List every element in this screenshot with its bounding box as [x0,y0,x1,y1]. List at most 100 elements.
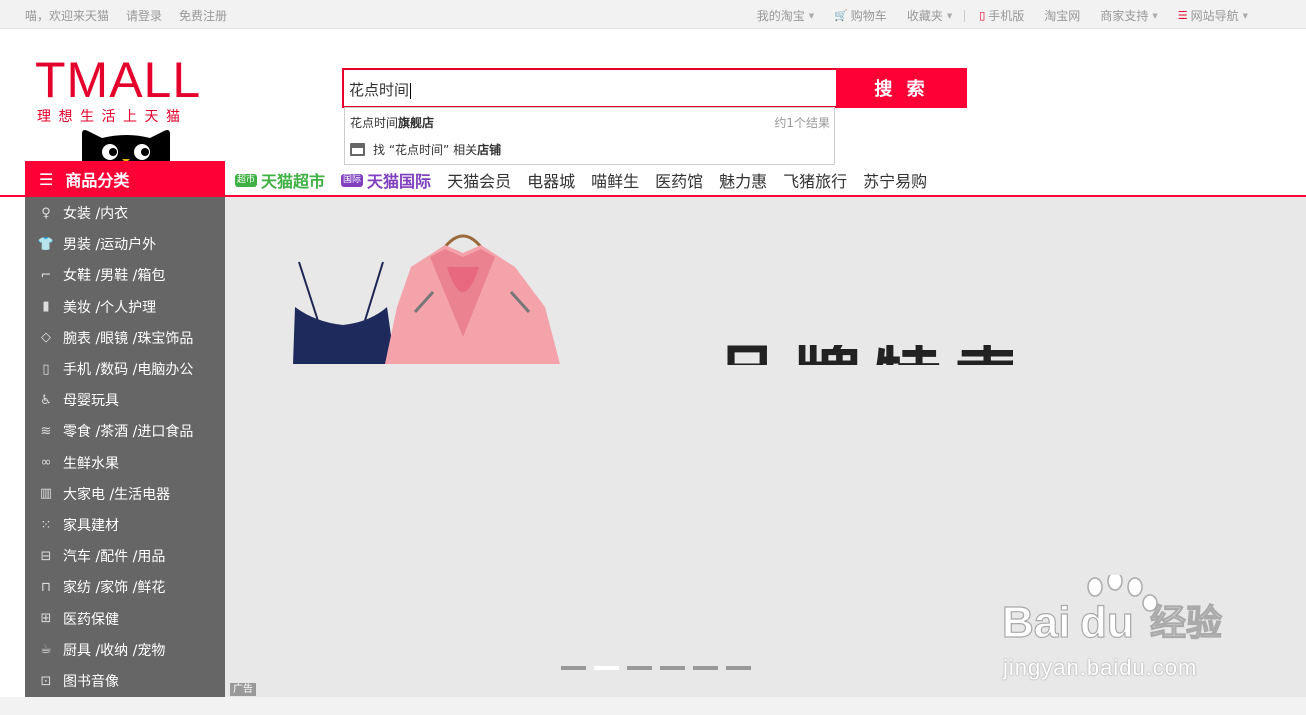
top-bar: 喵，欢迎来天猫 请登录 免费注册 我的淘宝 ▼ 🛒 购物车 收藏夹 ▼ ▯ 手机版 淘宝… [0,0,1306,29]
chaoshi-badge-icon: 超市 [235,173,258,187]
sidebar-item-label: 厨具 /收纳 /宠物 [63,642,166,659]
logo-slogan: 理想生活上天猫 [37,109,188,125]
divider [964,9,966,22]
lock-icon: ⊡ [40,673,52,689]
carousel-dot[interactable] [660,666,685,670]
cart-icon: 🛒 [834,9,848,22]
sidebar-item[interactable]: ⊡ 图书音像 [25,666,225,696]
watermark-url: jingyan.baidu.com [1003,655,1198,680]
grid-icon: ⁙ [40,517,52,533]
carousel-dot[interactable] [561,666,586,670]
sidebar-item[interactable]: ⁙ 家具建材 [25,510,225,540]
nav-item-guoji[interactable]: 国际 天猫国际 [341,168,431,192]
shop-icon [350,142,365,156]
nav-item[interactable]: 喵鲜生 [591,168,639,192]
cup-icon: ☕ [40,642,52,658]
tmall-logo[interactable]: TMALL 理想生活上天猫 [35,52,215,164]
phone-icon: ▯ [42,361,50,377]
sidebar-item[interactable]: ⊟ 汽车 /配件 /用品 [25,541,225,571]
category-tab[interactable]: ☰ 商品分类 [25,161,225,197]
sidebar-item-label: 零食 /茶酒 /进口食品 [63,424,194,441]
bottom-strip [0,697,1306,715]
carousel-dot[interactable] [693,666,718,670]
search-button[interactable]: 搜 索 [836,68,967,108]
sidebar-item[interactable]: ⊓ 家纺 /家饰 /鲜花 [25,572,225,602]
search-box[interactable]: 花点时间 [342,68,836,108]
list-icon: ☰ [1177,9,1188,22]
sidebar-item[interactable]: ☕ 厨具 /收纳 /宠物 [25,635,225,665]
dress-icon: ♀ [41,205,51,221]
sidebar-item[interactable]: ◇ 腕表 /眼镜 /珠宝饰品 [25,323,225,353]
sidebar-item[interactable]: ⊞ 医药保健 [25,604,225,634]
login-link[interactable]: 请登录 [126,7,162,24]
sidebar-item[interactable]: ▥ 大家电 /生活电器 [25,479,225,509]
sidebar-item[interactable]: ⌐ 女鞋 /男鞋 /箱包 [25,260,225,290]
shirt-icon: 👕 [37,236,55,252]
nav-item[interactable]: 魅力惠 [719,168,767,192]
carousel-dots [561,666,751,670]
sidebar-item[interactable]: ▮ 美妆 /个人护理 [25,292,225,322]
sidebar-item[interactable]: 👕 男装 /运动户外 [25,229,225,259]
nav-item[interactable]: 天猫会员 [447,168,511,192]
sidebar-item[interactable]: ♿ 母婴玩具 [25,385,225,415]
taobao-link[interactable]: 淘宝网 [1044,7,1080,24]
svg-text:du: du [1080,598,1134,647]
medicine-icon: ⊞ [40,611,52,627]
camisole-image [293,261,395,364]
banner-headline: 品牌特卖 [713,345,1013,365]
mobile-link[interactable]: ▯ 手机版 [979,7,1024,24]
sidebar-item-label: 汽车 /配件 /用品 [63,549,166,566]
nav-item[interactable]: 飞猪旅行 [783,168,847,192]
chevron-down-icon: ▼ [946,11,953,20]
guoji-badge-icon: 国际 [341,173,364,187]
shoe-icon: ⌐ [40,267,52,283]
welcome-text: 喵，欢迎来天猫 [25,9,110,23]
carousel-dot[interactable] [726,666,751,670]
coat-image [385,234,560,364]
sitemap-link[interactable]: ☰ 网站导航 ▼ [1178,7,1248,24]
svg-text:Bai: Bai [1002,598,1070,647]
menu-icon: ☰ [39,169,54,189]
nav-item[interactable]: 医药馆 [655,168,703,192]
top-bar-left: 喵，欢迎来天猫 请登录 免费注册 [25,7,227,24]
top-bar-right: 我的淘宝 ▼ 🛒 购物车 收藏夹 ▼ ▯ 手机版 淘宝网 商家支持 ▼ ☰ 网站导航 ▼ [737,7,1248,24]
sidebar-item-label: 母婴玩具 [63,393,119,410]
carousel-dot[interactable] [627,666,652,670]
favorites-link[interactable]: 收藏夹 ▼ [907,7,952,24]
sidebar-item-label: 女鞋 /男鞋 /箱包 [63,268,166,285]
main-nav: 超市 天猫超市 国际 天猫国际 天猫会员 电器城 喵鲜生 医药馆 魅力惠 飞猪旅行 … [235,168,943,192]
sidebar-item-label: 家纺 /家饰 /鲜花 [63,580,166,597]
bike-icon: ∞ [40,455,52,471]
car-icon: ⊟ [40,548,52,564]
sidebar-item-label: 男装 /运动户外 [63,237,157,254]
category-sidebar: ♀ 女装 /内衣 👕 男装 /运动户外 ⌐ 女鞋 /男鞋 /箱包 ▮ 美妆 /个人护理 ◇ 腕表 … [25,197,225,697]
sidebar-item-label: 图书音像 [63,674,119,690]
logo-text: TMALL [35,52,202,108]
sidebar-item[interactable]: ♀ 女装 /内衣 [25,198,225,228]
sidebar-item-label: 大家电 /生活电器 [63,486,171,503]
my-taobao-link[interactable]: 我的淘宝 ▼ [757,7,814,24]
lipstick-icon: ▮ [42,299,50,315]
cart-link[interactable]: 🛒 购物车 [834,7,887,24]
nav-item[interactable]: 电器城 [527,168,575,192]
search-input[interactable]: 花点时间 [349,79,829,100]
register-link[interactable]: 免费注册 [179,7,227,24]
nav-item-chaoshi[interactable]: 超市 天猫超市 [235,168,325,192]
text-cursor [410,82,412,99]
nav-item[interactable]: 苏宁易购 [863,168,927,192]
suggestion-count: 约1个结果 [774,115,830,130]
sidebar-item-label: 医药保健 [63,611,119,628]
sidebar-item-label: 美妆 /个人护理 [63,299,157,316]
svg-text:经验: 经验 [1150,603,1222,644]
suggestion-shop-item[interactable]: 找 “花点时间” 相关 店铺 [350,139,501,159]
sidebar-item-label: 女装 /内衣 [63,206,129,222]
sidebar-item[interactable]: ▯ 手机 /数码 /电脑办公 [25,354,225,384]
sofa-icon: ⊓ [40,579,52,595]
sidebar-item[interactable]: ∞ 生鲜水果 [25,448,225,478]
bowl-icon: ≋ [40,423,52,439]
sidebar-item[interactable]: ≋ 零食 /茶酒 /进口食品 [25,416,225,446]
diamond-icon: ◇ [41,330,51,346]
merchant-link[interactable]: 商家支持 ▼ [1100,7,1157,24]
suggestion-item[interactable]: 花点时间旗舰店 约1个结果 [350,112,830,132]
carousel-dot[interactable] [594,666,619,670]
